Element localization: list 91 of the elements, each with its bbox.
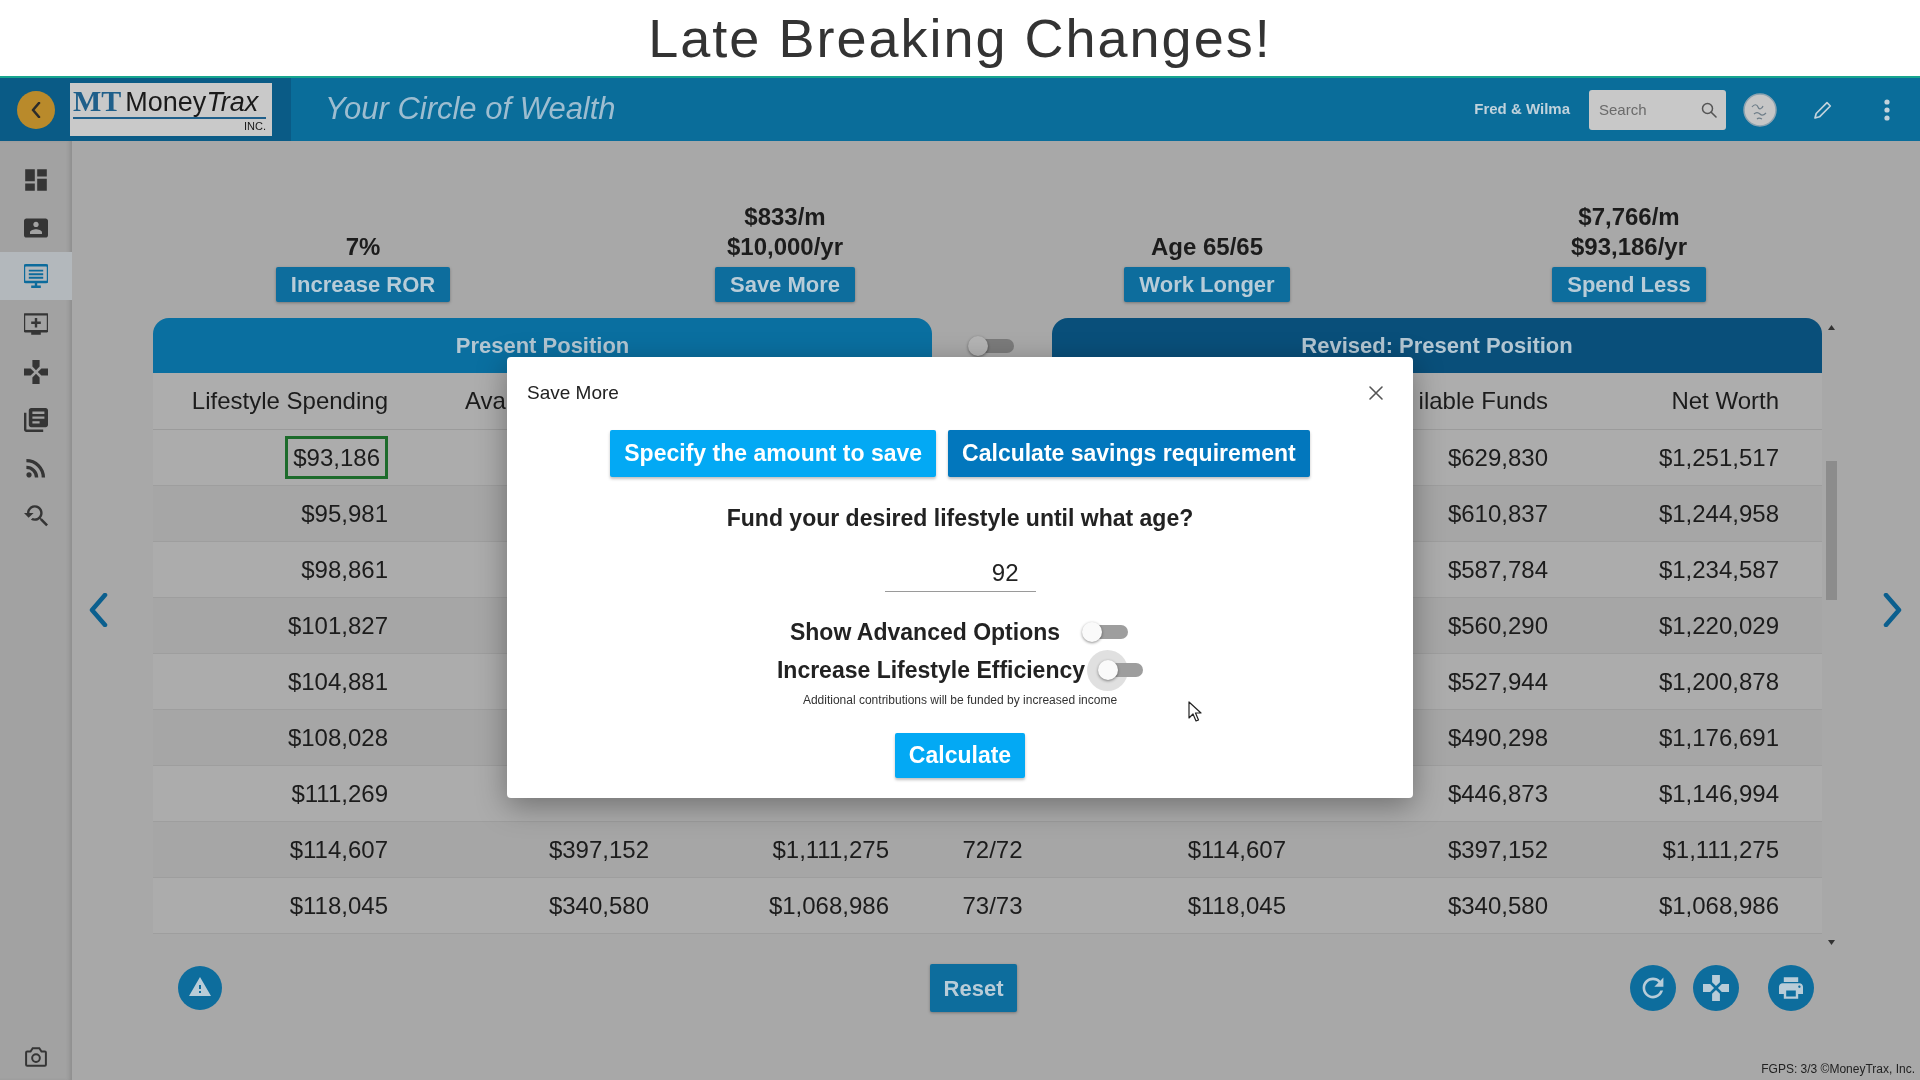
rss-feed-icon: [24, 456, 48, 480]
table-cell-text: $114,607: [289, 834, 388, 865]
sidebar-item[interactable]: [0, 252, 72, 300]
table-cell-text: $1,176,691: [1658, 722, 1779, 753]
reset-button[interactable]: Reset: [929, 964, 1018, 1012]
table-cell-text: $108,028: [287, 722, 388, 753]
circle-logo-icon[interactable]: [1743, 92, 1777, 127]
chevron-right-icon[interactable]: [1883, 593, 1903, 627]
option-label: Show Advanced Options: [789, 617, 1061, 647]
table-cell-text: $610,837: [1447, 498, 1548, 529]
scenario-value: $10,000/yr: [726, 232, 844, 262]
column-header: ilable Funds: [1418, 386, 1548, 416]
search-refresh-icon: [24, 504, 48, 528]
table-cell-text: $340,580: [548, 890, 649, 921]
dashboard-icon: [24, 168, 48, 192]
mouse-pointer-icon: [1188, 701, 1202, 722]
table-cell-text: $101,827: [287, 610, 388, 641]
table-cell-text: $587,784: [1447, 554, 1548, 585]
dialog-title: Save More: [527, 380, 619, 405]
age-input[interactable]: 92: [884, 555, 1036, 592]
table-cell-text: $629,830: [1447, 442, 1548, 473]
table-cell-text: $490,298: [1447, 722, 1548, 753]
option-label: Increase Lifestyle Efficiency: [776, 655, 1086, 685]
user-name: Fred & Wilma: [1474, 99, 1570, 120]
warning-icon[interactable]: [178, 966, 222, 1010]
column-header: Ava: [465, 386, 506, 416]
search-icon[interactable]: [1701, 101, 1717, 118]
table-cell-text: $340,580: [1447, 890, 1548, 921]
scenario-button[interactable]: Increase ROR: [275, 267, 451, 302]
monitor-plus-icon: [24, 312, 48, 336]
helper-text: Additional contributions will be funded by increased income: [801, 692, 1119, 708]
table-cell-text: $397,152: [1447, 834, 1548, 865]
table-cell-text: $1,220,029: [1658, 610, 1779, 641]
table-cell-text: $118,045: [289, 890, 388, 921]
camera-icon[interactable]: [25, 1047, 47, 1067]
table-cell-text: $527,944: [1447, 666, 1548, 697]
table-cell-text: 73/73: [962, 890, 1023, 921]
table-cell-text: $111,269: [291, 778, 388, 809]
table-cell-text: $104,881: [287, 666, 388, 697]
contact-card-icon: [24, 216, 48, 240]
column-header: Lifestyle Spending: [191, 386, 388, 416]
table-cell-text: $1,244,958: [1658, 498, 1779, 529]
printer-icon[interactable]: [1768, 965, 1814, 1011]
scrollbar[interactable]: [1825, 322, 1838, 948]
table-cell-text: $1,234,587: [1658, 554, 1779, 585]
cross-pad-icon[interactable]: [1693, 965, 1739, 1011]
table-cell-text: $1,251,517: [1658, 442, 1779, 473]
table-cell-text: $1,111,275: [772, 834, 889, 865]
refresh-icon[interactable]: [1630, 965, 1676, 1011]
table-cell-text: $560,290: [1447, 610, 1548, 641]
toggle-switch[interactable]: [1087, 649, 1144, 691]
more-options-icon[interactable]: [1884, 98, 1890, 121]
table-cell-text: $118,045: [1187, 890, 1286, 921]
table-cell-text: $1,068,986: [1658, 890, 1779, 921]
scenario-button[interactable]: Save More: [714, 267, 856, 302]
scenario-button[interactable]: Spend Less: [1552, 267, 1706, 302]
copyright-text: FGPS: 3/3 ©MoneyTrax, Inc.: [1761, 1061, 1916, 1078]
question-text: Fund your desired lifestyle until what age?: [725, 504, 1195, 533]
table-cell-text: 72/72: [962, 834, 1023, 865]
search-field[interactable]: Search: [1589, 89, 1726, 130]
table-cell-text: $397,152: [548, 834, 649, 865]
table-cell-text: $1,111,275: [1662, 834, 1779, 865]
scenario-value: $93,186/yr: [1570, 232, 1688, 262]
table-cell-text: $95,981: [301, 498, 388, 529]
cross-pad-icon: [24, 360, 48, 384]
chevron-left-icon: [31, 101, 41, 118]
back-button[interactable]: [17, 90, 55, 129]
table-cell-text: $114,607: [1187, 834, 1286, 865]
table-cell-text: $98,861: [301, 554, 388, 585]
scenario-value: $833/m: [744, 202, 826, 232]
table-cell-text: $1,068,986: [768, 890, 889, 921]
mode-button[interactable]: Calculate savings requirement: [948, 430, 1310, 477]
calculate-button[interactable]: Calculate: [894, 733, 1026, 778]
logo-mark: MT: [73, 86, 122, 116]
logo-suffix: INC.: [244, 121, 266, 132]
scenario-value: $7,766/m: [1578, 202, 1680, 232]
documents-icon: [24, 408, 48, 432]
mode-button[interactable]: Specify the amount to save: [610, 430, 937, 477]
close-icon[interactable]: [1368, 385, 1384, 401]
list-screen-icon: [24, 264, 48, 288]
column-header: Net Worth: [1671, 386, 1779, 416]
scenario-button[interactable]: Work Longer: [1124, 267, 1290, 302]
app-tagline: Your Circle of Wealth: [325, 90, 616, 129]
table-cell-text: $1,146,994: [1658, 778, 1779, 809]
table-cell: $93,186: [285, 436, 388, 479]
chevron-left-icon[interactable]: [88, 593, 108, 627]
scenario-value: Age 65/65: [1150, 232, 1264, 262]
logo-wordmark: MoneyTrax: [125, 88, 259, 116]
scenario-value: 7%: [345, 232, 381, 262]
table-cell-text: $446,873: [1447, 778, 1548, 809]
table-cell-text: $1,200,878: [1658, 666, 1779, 697]
